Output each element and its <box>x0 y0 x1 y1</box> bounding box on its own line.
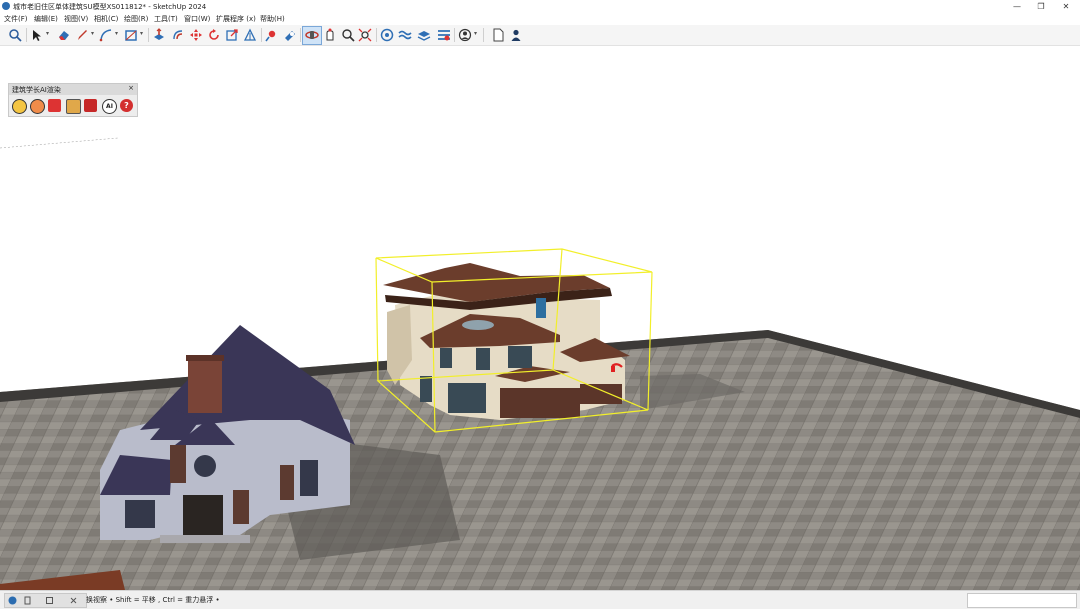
toolbar-separator <box>148 28 149 42</box>
menu-camera[interactable]: 相机(C) <box>94 14 118 24</box>
offset-icon[interactable] <box>171 28 185 42</box>
orbit-icon[interactable] <box>305 28 319 42</box>
pan-icon[interactable] <box>323 28 337 42</box>
select-arrow-icon[interactable] <box>30 28 44 42</box>
menu-extensions[interactable]: 扩展程序 (x) <box>216 14 256 24</box>
selected-villa[interactable] <box>383 263 630 420</box>
chevron-down-icon[interactable]: ▾ <box>115 30 118 37</box>
ai-icon[interactable]: AI <box>102 99 117 114</box>
zoom-extents-icon[interactable] <box>358 28 372 42</box>
layers-icon[interactable] <box>417 28 431 42</box>
status-hint: 换视察 • Shift = 平移 , Ctrl = 重力悬浮 • <box>86 596 220 604</box>
help-icon[interactable]: ? <box>120 99 133 112</box>
toolbar-separator <box>300 28 301 42</box>
menu-help[interactable]: 帮助(H) <box>260 14 285 24</box>
minimize-button[interactable]: — <box>1005 0 1029 13</box>
restore-button[interactable]: ❐ <box>1029 0 1053 13</box>
status-tray <box>4 593 87 608</box>
chevron-down-icon[interactable]: ▾ <box>91 30 94 37</box>
chevron-down-icon[interactable]: ▾ <box>474 30 477 37</box>
edit-render-icon[interactable] <box>30 99 45 114</box>
panel-close-button[interactable]: × <box>128 84 134 92</box>
horizon-guide <box>0 137 119 149</box>
rotate-icon[interactable] <box>207 28 221 42</box>
square-icon[interactable] <box>45 596 54 605</box>
window-title: 城市老旧住区单体建筑SU模型XS011812* - SketchUp 2024 <box>13 3 207 11</box>
pencil-line-icon[interactable] <box>75 28 89 42</box>
menu-tools[interactable]: 工具(T) <box>154 14 178 24</box>
toolbar-separator <box>26 28 27 42</box>
title-bar: 城市老旧住区单体建筑SU模型XS011812* - SketchUp 2024 … <box>0 0 1080 13</box>
toolbar-separator <box>454 28 455 42</box>
ai-render-panel: 建筑学长AI渲染 × AI ? <box>8 83 138 117</box>
section-icon[interactable] <box>283 28 297 42</box>
search-icon[interactable] <box>8 28 22 42</box>
status-bar: 换视察 • Shift = 平移 , Ctrl = 重力悬浮 • <box>0 590 1080 609</box>
move-icon[interactable] <box>189 28 203 42</box>
info-icon[interactable] <box>23 596 32 605</box>
arc-icon[interactable] <box>99 28 113 42</box>
geo-icon[interactable] <box>8 596 17 605</box>
panel-header: 建筑学长AI渲染 × <box>9 84 137 95</box>
menu-edit[interactable]: 编辑(E) <box>34 14 58 24</box>
rectangle-icon[interactable] <box>124 28 138 42</box>
toolbar-separator <box>261 28 262 42</box>
close-icon[interactable] <box>69 596 78 605</box>
new-file-icon[interactable] <box>491 28 505 42</box>
profile-icon[interactable] <box>509 28 523 42</box>
chevron-down-icon[interactable]: ▾ <box>140 30 143 37</box>
zoom-icon[interactable] <box>341 28 355 42</box>
eraser-icon[interactable] <box>57 28 71 42</box>
model-viewport[interactable] <box>0 46 1080 590</box>
sketch-render-icon[interactable] <box>48 99 61 112</box>
sandbox-icon[interactable] <box>398 28 412 42</box>
close-window-button[interactable]: ✕ <box>1054 0 1078 13</box>
menu-bar: 文件(F) 编辑(E) 视图(V) 相机(C) 绘图(R) 工具(T) 窗口(W… <box>0 13 1080 25</box>
geo-location-icon[interactable] <box>380 28 394 42</box>
measurements-box[interactable] <box>967 593 1077 608</box>
scale-icon[interactable] <box>225 28 239 42</box>
image-render-icon[interactable] <box>66 99 81 114</box>
account-icon[interactable] <box>458 28 472 42</box>
main-toolbar: ▾ ▾ ▾ ▾ ▾ <box>0 25 1080 46</box>
push-pull-icon[interactable] <box>152 28 166 42</box>
paint-bucket-icon[interactable] <box>265 28 279 42</box>
menu-window[interactable]: 窗口(W) <box>184 14 210 24</box>
tape-measure-icon[interactable] <box>243 28 257 42</box>
panel-title: 建筑学长AI渲染 <box>12 86 61 94</box>
menu-draw[interactable]: 绘图(R) <box>124 14 148 24</box>
menu-file[interactable]: 文件(F) <box>4 14 28 24</box>
toolbar-separator <box>483 28 484 42</box>
toolbar-separator <box>376 28 377 42</box>
chevron-down-icon[interactable]: ▾ <box>46 30 49 37</box>
render-logo-icon[interactable] <box>12 99 27 114</box>
menu-view[interactable]: 视图(V) <box>64 14 88 24</box>
extension-warehouse-icon[interactable] <box>437 28 451 42</box>
sketchup-logo-icon <box>2 2 10 10</box>
book-icon[interactable] <box>84 99 97 112</box>
